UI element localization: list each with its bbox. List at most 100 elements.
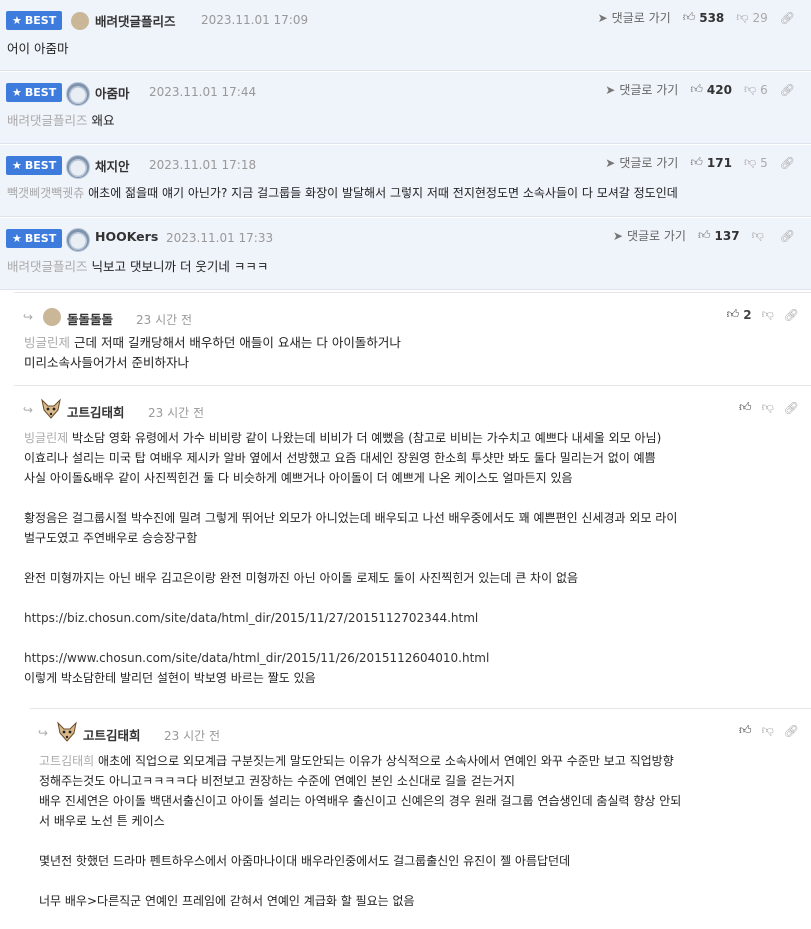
upvote-count: 420 xyxy=(706,82,732,97)
link-icon[interactable]: 🔗︎ xyxy=(780,156,795,170)
upvote-count: 171 xyxy=(706,155,732,170)
comment-author[interactable]: 배려댓글플리즈 xyxy=(95,11,176,30)
thumbs-up-icon[interactable]: 👍︎ xyxy=(690,155,703,170)
downvote-count: 6 xyxy=(760,82,768,97)
avatar[interactable] xyxy=(66,82,90,106)
link-icon[interactable]: 🔗︎ xyxy=(784,308,799,322)
best-comment: ★ BEST HOOKers 2023.11.01 17:33 ➤ 댓글로 가기 … xyxy=(0,218,811,290)
goto-comment-link[interactable]: 댓글로 가기 xyxy=(612,9,671,26)
thumbs-up-icon[interactable]: 👍︎ xyxy=(739,723,752,738)
comment-date: 2023.11.01 17:18 xyxy=(149,158,257,172)
best-badge: ★ BEST xyxy=(6,156,63,175)
comment-actions: ➤ 댓글로 가기 👍︎ 171 👎︎ 5 🔗︎ xyxy=(605,154,799,171)
send-icon: ➤ xyxy=(605,82,616,97)
comment-body: 빙글린제 근데 저때 길캐당해서 배우하던 애들이 요새는 다 아이돌하거나 미… xyxy=(24,333,401,373)
star-icon: ★ xyxy=(12,232,22,245)
comment-line: 몇년전 핫했던 드라마 펜트하우스에서 아줌마나이대 배우라인중에서도 걸그룹출… xyxy=(39,854,571,868)
star-icon: ★ xyxy=(12,86,22,99)
comment-author[interactable]: 채지안 xyxy=(95,156,130,175)
comment-body: 배려댓글플리즈 왜요 xyxy=(7,113,115,128)
best-comment: ★ BEST 배려댓글플리즈 2023.11.01 17:09 ➤ 댓글로 가기 … xyxy=(0,0,811,71)
comment-date: 23 시간 전 xyxy=(164,729,221,743)
reply-arrow-icon: ↪ xyxy=(23,403,34,417)
best-badge: ★ BEST xyxy=(6,83,63,102)
comment-body: 빙글린제 박소담 영화 유령에서 가수 비비랑 같이 나왔는데 비비가 더 예뻤… xyxy=(24,428,677,688)
comment-line: 벌구도였고 주연배우로 승승장구함 xyxy=(24,531,198,545)
best-comment: ★ BEST 아줌마 2023.11.01 17:44 ➤ 댓글로 가기 👍︎ 4… xyxy=(0,72,811,144)
comment-date: 23 시간 전 xyxy=(136,313,193,327)
comment-line: 사실 아이돌&배우 같이 사진찍힌건 둘 다 비슷하게 예쁘거나 아이돌이 더 … xyxy=(24,471,573,485)
link-icon[interactable]: 🔗︎ xyxy=(780,11,795,25)
thumbs-down-icon[interactable]: 👎︎ xyxy=(744,82,756,97)
comment-line: 이렇게 박소담한테 발리던 설현이 박보영 바르는 짤도 있음 xyxy=(24,671,316,685)
goto-comment-link[interactable]: 댓글로 가기 xyxy=(627,227,686,244)
upvote-count: 137 xyxy=(714,228,740,243)
mention[interactable]: 빙글린제 xyxy=(24,335,70,350)
comment-line: 황정음은 걸그룹시절 박수진에 밀려 그렇게 뛰어난 외모가 아니었는데 배우되… xyxy=(24,511,678,525)
reply-comment: ↪ 돌돌돌돌 23 시간 전 👍︎ 2 👎︎ 🔗︎ 빙글린제 근데 저때 길캐당해… xyxy=(14,292,811,384)
avatar[interactable] xyxy=(43,308,61,326)
link-icon[interactable]: 🔗︎ xyxy=(784,724,799,738)
comment-line xyxy=(39,871,681,891)
mention[interactable]: 배려댓글플리즈 xyxy=(7,259,88,274)
thumbs-down-icon[interactable]: 👎︎ xyxy=(762,307,774,322)
thumbs-down-icon[interactable]: 👎︎ xyxy=(744,155,756,170)
comment-author[interactable]: 고트김태희 xyxy=(67,402,125,421)
comment-author[interactable]: 고트김태희 xyxy=(83,725,141,744)
link-icon[interactable]: 🔗︎ xyxy=(780,229,795,243)
thumbs-up-icon[interactable]: 👍︎ xyxy=(739,400,752,415)
goto-comment-link[interactable]: 댓글로 가기 xyxy=(619,81,678,98)
star-icon: ★ xyxy=(12,14,22,27)
upvote-count: 538 xyxy=(699,10,725,25)
external-link[interactable]: https://www.chosun.com/site/data/html_di… xyxy=(24,648,677,668)
thumbs-up-icon[interactable]: 👍︎ xyxy=(727,307,740,322)
avatar[interactable] xyxy=(66,155,90,179)
mention[interactable]: 빙글린제 xyxy=(24,431,68,445)
comment-body: 고트김태희 애초에 직업으로 외모계급 구분짓는게 말도안되는 이유가 상식적으… xyxy=(39,751,681,911)
send-icon: ➤ xyxy=(612,228,623,243)
comment-line xyxy=(39,831,681,851)
downvote-count: 5 xyxy=(760,155,768,170)
thumbs-down-icon[interactable]: 👎︎ xyxy=(736,10,748,25)
comment-line xyxy=(24,628,677,648)
link-icon[interactable]: 🔗︎ xyxy=(780,83,795,97)
comment-line: 너무 배우>다른직군 연예인 프레임에 갇혀서 연예인 계급화 할 필요는 없음 xyxy=(39,894,415,908)
link-icon[interactable]: 🔗︎ xyxy=(784,401,799,415)
star-icon: ★ xyxy=(12,159,22,172)
comment-line xyxy=(24,588,677,608)
comment-actions: 👍︎ 2 👎︎ 🔗︎ xyxy=(717,307,799,322)
comment-actions: 👍︎ 👎︎ 🔗︎ xyxy=(729,400,799,415)
comment-author[interactable]: 아줌마 xyxy=(95,83,130,102)
thumbs-up-icon[interactable]: 👍︎ xyxy=(698,228,711,243)
mention[interactable]: 고트김태희 xyxy=(39,754,94,768)
comment-author[interactable]: HOOKers xyxy=(95,229,158,244)
avatar[interactable] xyxy=(71,12,89,30)
comment-actions: ➤ 댓글로 가기 👍︎ 137 👎︎ 🔗︎ xyxy=(613,227,799,244)
send-icon: ➤ xyxy=(605,155,616,170)
comment-line: 고트김태희 애초에 직업으로 외모계급 구분짓는게 말도안되는 이유가 상식적으… xyxy=(39,754,674,768)
thumbs-down-icon[interactable]: 👎︎ xyxy=(752,228,764,243)
mention[interactable]: 배려댓글플리즈 xyxy=(7,113,88,128)
avatar[interactable] xyxy=(66,228,90,252)
reply-arrow-icon: ↪ xyxy=(38,726,49,740)
mention[interactable]: 빽갯삐갯빽궷츄 xyxy=(7,186,84,200)
thumbs-up-icon[interactable]: 👍︎ xyxy=(683,10,696,25)
goto-comment-link[interactable]: 댓글로 가기 xyxy=(619,154,678,171)
best-badge: ★ BEST xyxy=(6,229,63,248)
external-link[interactable]: https://biz.chosun.com/site/data/html_di… xyxy=(24,608,677,628)
fox-avatar-icon[interactable] xyxy=(56,721,78,743)
reply-comment: ↪ 고트김태희 23 시간 전 👍︎ 👎︎ 🔗︎ 고트김태희 애초에 직업으로 … xyxy=(30,708,811,929)
reply-arrow-icon: ↪ xyxy=(23,310,34,324)
comment-actions: ➤ 댓글로 가기 👍︎ 538 👎︎ 29 🔗︎ xyxy=(598,9,799,26)
comment-body: 배려댓글플리즈 닉보고 댓보니까 더 웃기네 ㅋㅋㅋ xyxy=(7,259,269,274)
comment-actions: ➤ 댓글로 가기 👍︎ 420 👎︎ 6 🔗︎ xyxy=(605,81,799,98)
thumbs-down-icon[interactable]: 👎︎ xyxy=(762,400,774,415)
comment-actions: 👍︎ 👎︎ 🔗︎ xyxy=(729,723,799,738)
send-icon: ➤ xyxy=(597,10,608,25)
fox-avatar-icon[interactable] xyxy=(40,398,62,420)
thumbs-down-icon[interactable]: 👎︎ xyxy=(762,723,774,738)
comment-line: 정해주는것도 아니고ㅋㅋㅋㅋ다 비전보고 권장하는 수준에 연예인 본인 소신대… xyxy=(39,774,515,788)
comment-author[interactable]: 돌돌돌돌 xyxy=(67,309,113,328)
thumbs-up-icon[interactable]: 👍︎ xyxy=(690,82,703,97)
comment-line: 빙글린제 근데 저때 길캐당해서 배우하던 애들이 요새는 다 아이돌하거나 xyxy=(24,335,401,350)
